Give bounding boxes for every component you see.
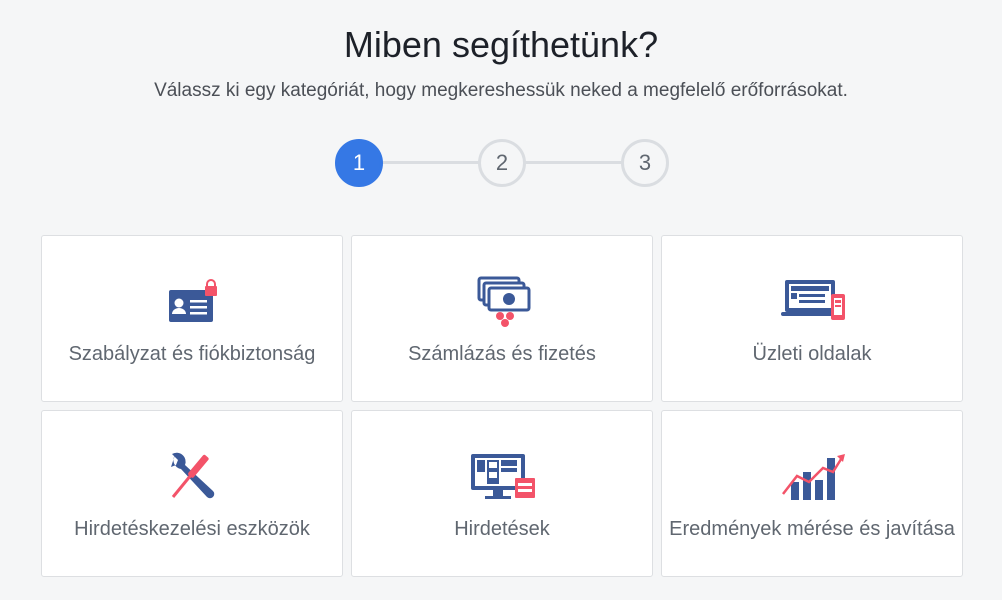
category-card-billing[interactable]: Számlázás és fizetés <box>351 235 653 402</box>
category-label: Hirdetések <box>454 518 550 540</box>
bar-chart-trend-icon <box>763 449 863 505</box>
category-card-business-pages[interactable]: Üzleti oldalak <box>661 235 963 402</box>
category-card-policy-security[interactable]: Szabályzat és fiókbiztonság <box>41 235 343 402</box>
page-title: Miben segíthetünk? <box>343 24 659 65</box>
billing-cards-icon <box>453 274 553 330</box>
category-label: Eredmények mérése és javítása <box>669 518 955 540</box>
wrench-screwdriver-icon <box>143 449 243 505</box>
category-label: Szabályzat és fiókbiztonság <box>68 343 316 365</box>
category-label: Üzleti oldalak <box>752 343 872 365</box>
business-pages-devices-icon <box>763 274 863 330</box>
step-indicator: 1 2 3 <box>335 139 669 187</box>
step-connector <box>523 161 623 164</box>
step-1[interactable]: 1 <box>335 139 383 187</box>
step-2[interactable]: 2 <box>478 139 526 187</box>
category-grid: Szabályzat és fiókbiztonság Számlázás és… <box>41 235 963 577</box>
step-3[interactable]: 3 <box>621 139 669 187</box>
category-label: Számlázás és fizetés <box>408 343 596 365</box>
ads-monitor-icon <box>453 449 553 505</box>
category-card-ad-tools[interactable]: Hirdetéskezelési eszközök <box>41 410 343 577</box>
step-connector <box>381 161 481 164</box>
id-card-lock-icon <box>143 274 243 330</box>
category-card-ads[interactable]: Hirdetések <box>351 410 653 577</box>
category-card-measure-results[interactable]: Eredmények mérése és javítása <box>661 410 963 577</box>
category-label: Hirdetéskezelési eszközök <box>74 518 310 540</box>
page-subtitle: Válassz ki egy kategóriát, hogy megkeres… <box>154 80 848 101</box>
